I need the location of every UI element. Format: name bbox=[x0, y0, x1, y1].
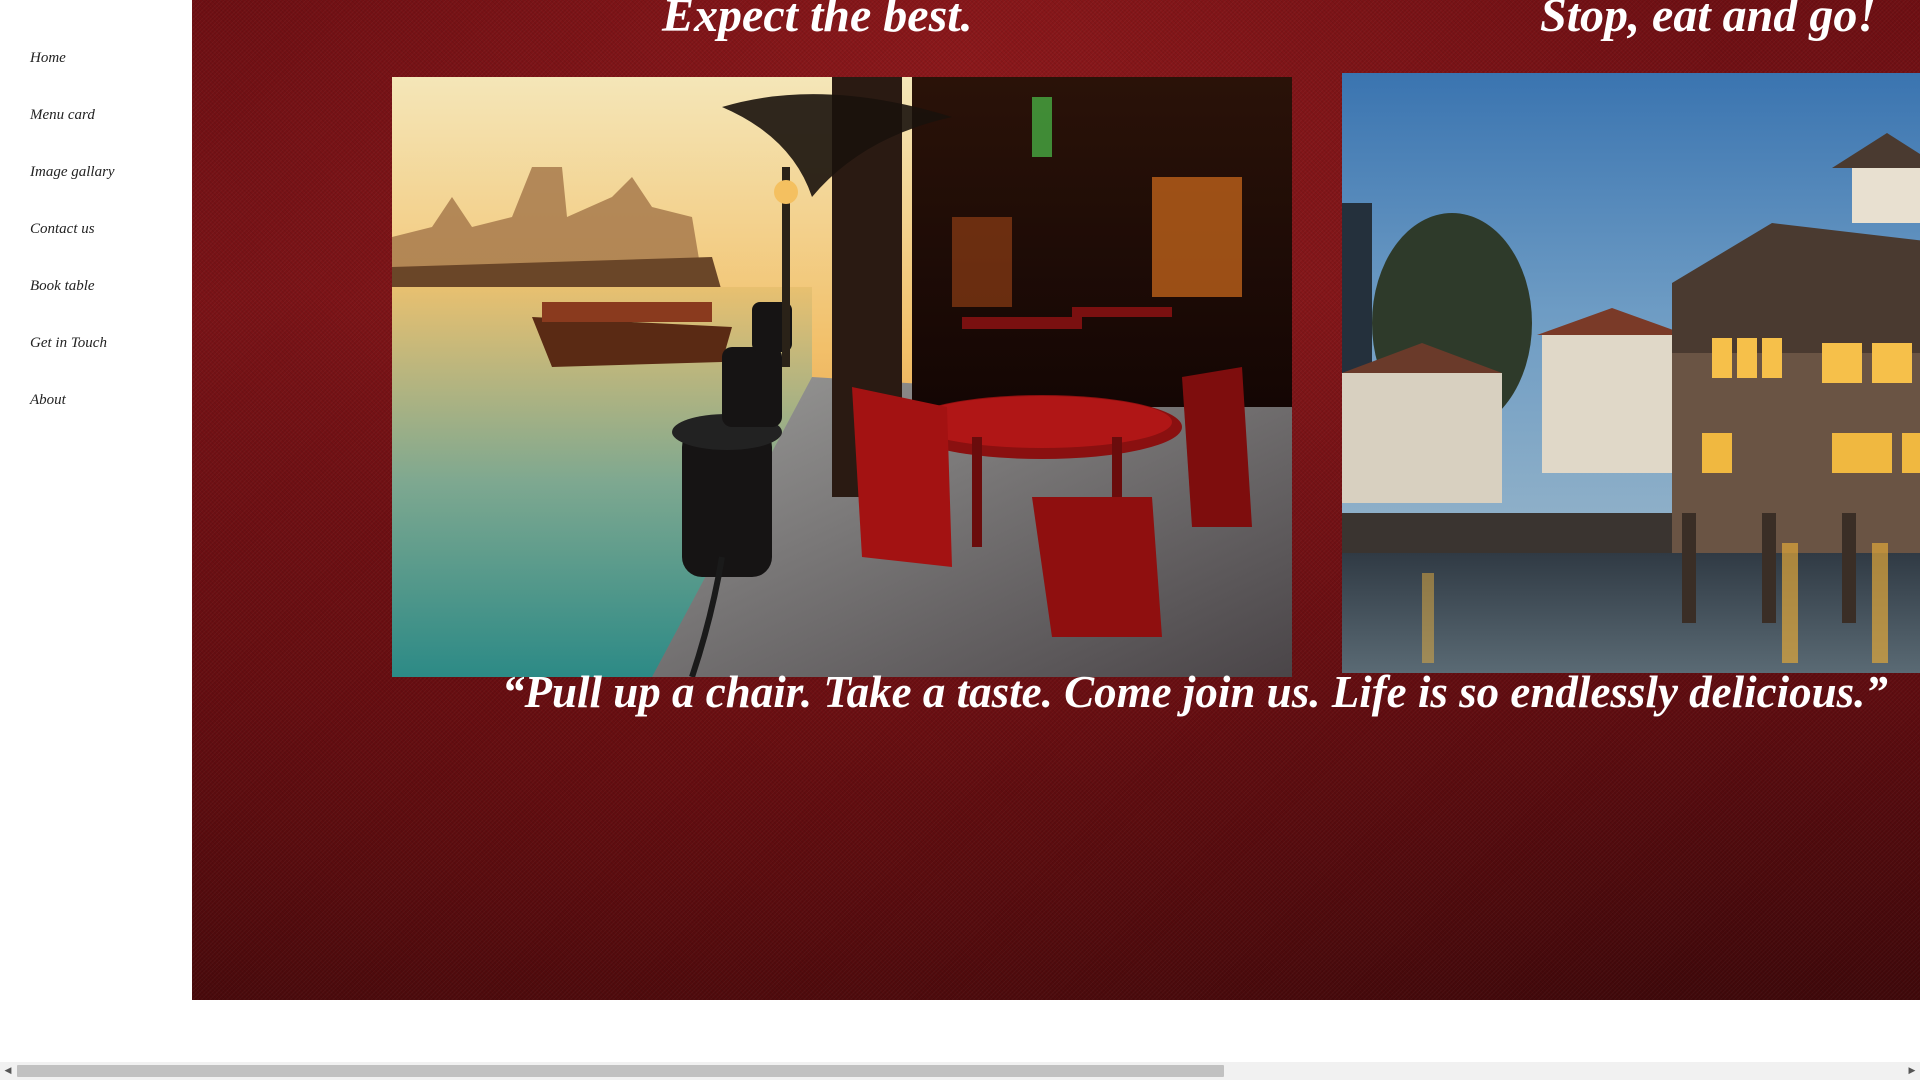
nav-item-contact-us[interactable]: Contact us bbox=[30, 221, 95, 238]
scrollbar-thumb[interactable] bbox=[17, 1065, 1224, 1077]
terrace-restaurant-photo bbox=[392, 77, 1292, 677]
triangle-right-icon[interactable]: ▶ bbox=[1904, 1062, 1920, 1080]
nav-item-book-table[interactable]: Book table bbox=[30, 278, 95, 295]
page: Expect the best. Stop, eat and go! “Pull… bbox=[0, 0, 1920, 1080]
pier-restaurant-image bbox=[1342, 73, 1920, 673]
horizontal-scrollbar[interactable]: ◀ ▶ bbox=[0, 1062, 1920, 1080]
sidebar-nav: Home Menu card Image gallary Contact us … bbox=[0, 30, 192, 1000]
nav-item-about[interactable]: About bbox=[30, 392, 66, 409]
nav-item-home[interactable]: Home bbox=[30, 50, 66, 67]
terrace-restaurant-image bbox=[392, 77, 1292, 677]
headline-stop-eat-and-go: Stop, eat and go! bbox=[1540, 0, 1877, 42]
hero-section: Expect the best. Stop, eat and go! “Pull… bbox=[192, 0, 1920, 1000]
hero-quote: “Pull up a chair. Take a taste. Come joi… bbox=[502, 667, 1888, 717]
pier-restaurant-photo bbox=[1342, 73, 1920, 673]
nav-item-menu-card[interactable]: Menu card bbox=[30, 107, 95, 124]
triangle-left-icon[interactable]: ◀ bbox=[0, 1062, 16, 1080]
nav-item-image-gallary[interactable]: Image gallary bbox=[30, 164, 115, 181]
headline-expect-the-best: Expect the best. bbox=[662, 0, 973, 42]
nav-item-get-in-touch[interactable]: Get in Touch bbox=[30, 335, 107, 352]
